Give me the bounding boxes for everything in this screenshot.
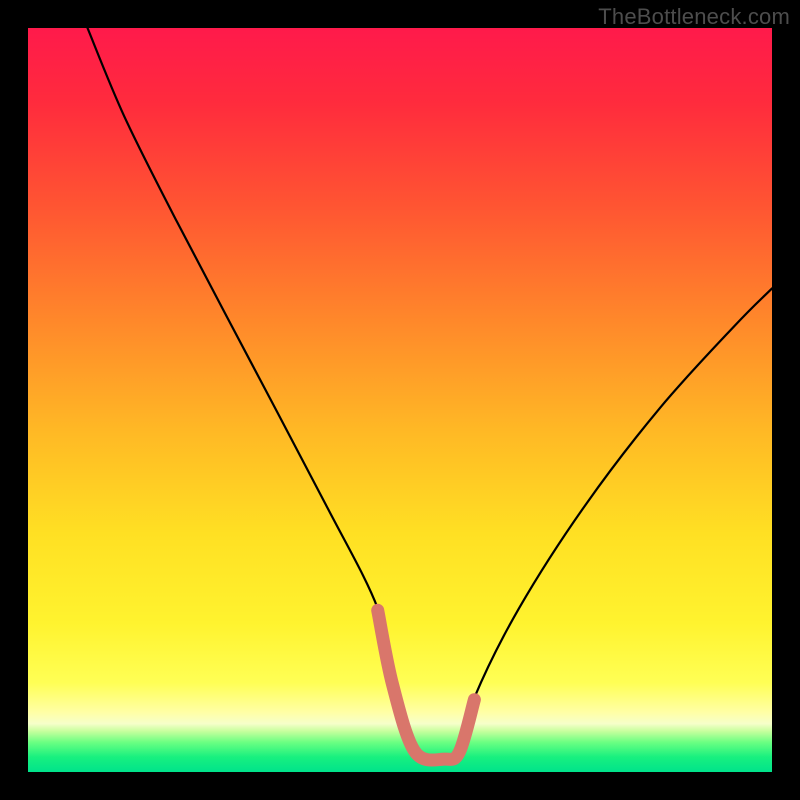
watermark-text: TheBottleneck.com xyxy=(598,4,790,30)
chart-frame: TheBottleneck.com xyxy=(0,0,800,800)
chart-overlay xyxy=(28,28,772,772)
bottleneck-curve xyxy=(88,28,773,758)
flat-region-highlight xyxy=(378,610,475,760)
plot-area xyxy=(28,28,772,772)
